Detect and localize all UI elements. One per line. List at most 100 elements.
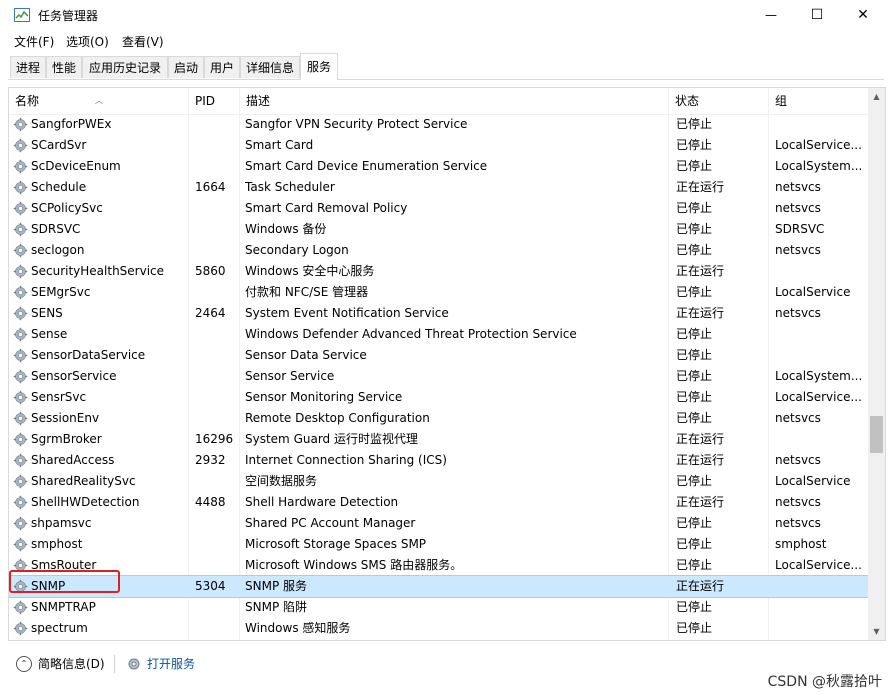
table-row[interactable]: SmsRouter Microsoft Windows SMS 路由器服务。 已停止…: [9, 555, 869, 576]
service-name: SharedRealitySvc: [31, 474, 136, 488]
column-header-pid[interactable]: PID: [189, 88, 239, 114]
scroll-up-icon[interactable]: ▲: [868, 88, 885, 105]
table-row[interactable]: smphost Microsoft Storage Spaces SMP 已停止 sm…: [9, 534, 869, 555]
table-row[interactable]: SecurityHealthService 5860 Windows 安全中心服务 正…: [9, 261, 869, 282]
services-gear-icon: [128, 658, 140, 669]
service-pid: 5860: [195, 264, 226, 278]
service-pid: [195, 471, 235, 492]
open-services-link[interactable]: 打开服务: [126, 655, 195, 672]
minimize-icon: —: [765, 8, 777, 22]
service-pid: [195, 387, 235, 408]
menu-file[interactable]: 文件(F): [14, 33, 54, 50]
service-group: [775, 324, 863, 345]
column-header-description[interactable]: 描述: [240, 88, 668, 114]
table-row[interactable]: SNMPTRAP SNMP 陷阱 已停止: [9, 597, 869, 618]
service-name: shpamsvc: [31, 516, 92, 530]
sort-up-icon: ︿: [95, 96, 103, 105]
service-status: 已停止: [676, 348, 713, 362]
service-description: System Event Notification Service: [245, 306, 449, 320]
table-row[interactable]: SangforPWEx Sangfor VPN Security Protect …: [9, 114, 869, 135]
close-icon: ✕: [857, 7, 869, 23]
service-description: Sensor Service: [245, 369, 335, 383]
table-row[interactable]: SensorService Sensor Service 已停止 LocalSyste…: [9, 366, 869, 387]
table-row[interactable]: spectrum Windows 感知服务 已停止: [9, 618, 869, 639]
column-header-group[interactable]: 组: [769, 88, 869, 114]
tab-users[interactable]: 用户: [204, 56, 240, 78]
maximize-button[interactable]: ☐: [794, 0, 840, 30]
service-description: System Guard 运行时监视代理: [245, 432, 418, 446]
table-row[interactable]: SCPolicySvc Smart Card Removal Policy 已停止 n…: [9, 198, 869, 219]
service-name: SgrmBroker: [31, 432, 102, 446]
vertical-scrollbar[interactable]: ▲ ▼: [868, 88, 885, 640]
service-name: SNMPTRAP: [31, 600, 96, 614]
service-name: ScDeviceEnum: [31, 159, 121, 173]
service-pid: 1664: [195, 180, 226, 194]
tab-app-history[interactable]: 应用历史记录: [82, 56, 168, 78]
service-status: 已停止: [676, 327, 713, 341]
table-row[interactable]: SharedAccess 2932 Internet Connection Shar…: [9, 450, 869, 471]
service-group: LocalService: [775, 474, 851, 488]
service-gear-icon: [13, 180, 28, 195]
service-description: 付款和 NFC/SE 管理器: [245, 285, 369, 299]
table-row[interactable]: ScDeviceEnum Smart Card Device Enumeratio…: [9, 156, 869, 177]
service-gear-icon: [13, 264, 28, 279]
scroll-thumb[interactable]: [870, 416, 883, 453]
close-button[interactable]: ✕: [840, 0, 886, 30]
table-row[interactable]: SessionEnv Remote Desktop Configuration 已停…: [9, 408, 869, 429]
table-row[interactable]: SDRSVC Windows 备份 已停止 SDRSVC: [9, 219, 869, 240]
service-status: 已停止: [676, 411, 713, 425]
service-status: 已停止: [676, 369, 713, 383]
table-row[interactable]: shpamsvc Shared PC Account Manager 已停止 nets…: [9, 513, 869, 534]
service-gear-icon: [13, 495, 28, 510]
service-description: Internet Connection Sharing (ICS): [245, 453, 447, 467]
fewer-details-button[interactable]: ⌃ 简略信息(D): [16, 655, 105, 672]
service-name: SENS: [31, 306, 63, 320]
menu-bar: 文件(F) 选项(O) 查看(V): [0, 30, 894, 52]
column-header-status[interactable]: 状态: [669, 88, 768, 114]
service-description: Task Scheduler: [245, 180, 335, 194]
chevron-up-icon: ⌃: [16, 655, 32, 672]
service-group: [775, 261, 863, 282]
task-manager-icon: [14, 8, 30, 22]
service-group: netsvcs: [775, 453, 821, 467]
footer: ⌃ 简略信息(D) 打开服务 CSDN @秋露拾叶: [0, 641, 894, 699]
tab-details[interactable]: 详细信息: [240, 56, 300, 78]
tab-services[interactable]: 服务: [300, 53, 338, 80]
table-row[interactable]: SCardSvr Smart Card 已停止 LocalService...: [9, 135, 869, 156]
service-pid: [195, 366, 235, 387]
table-row[interactable]: Schedule 1664 Task Scheduler 正在运行 netsvcs: [9, 177, 869, 198]
column-header-name[interactable]: 名称 ︿: [9, 88, 189, 114]
service-description: Windows 感知服务: [245, 621, 351, 635]
window-title: 任务管理器: [38, 9, 99, 23]
scroll-down-icon[interactable]: ▼: [868, 623, 885, 640]
service-group: [775, 576, 863, 597]
menu-options[interactable]: 选项(O): [66, 33, 109, 50]
service-pid: [195, 597, 235, 618]
tab-processes[interactable]: 进程: [10, 56, 46, 78]
tab-startup[interactable]: 启动: [168, 56, 204, 78]
service-name: SNMP: [31, 579, 66, 593]
service-status: 已停止: [676, 285, 713, 299]
table-row[interactable]: SharedRealitySvc 空间数据服务 已停止 LocalService: [9, 471, 869, 492]
service-status: 正在运行: [676, 579, 725, 593]
service-pid: 4488: [195, 495, 226, 509]
service-gear-icon: [13, 138, 28, 153]
table-row[interactable]: ShellHWDetection 4488 Shell Hardware Detec…: [9, 492, 869, 513]
table-row[interactable]: SEMgrSvc 付款和 NFC/SE 管理器 已停止 LocalService: [9, 282, 869, 303]
tab-performance[interactable]: 性能: [46, 56, 82, 78]
service-pid: [195, 345, 235, 366]
service-status: 已停止: [676, 117, 713, 131]
service-status: 已停止: [676, 558, 713, 572]
menu-view[interactable]: 查看(V): [122, 33, 164, 50]
table-row[interactable]: SNMP 5304 SNMP 服务 正在运行: [9, 575, 870, 598]
table-row[interactable]: SENS 2464 System Event Notification Servic…: [9, 303, 869, 324]
minimize-button[interactable]: —: [748, 0, 794, 30]
table-row[interactable]: Sense Windows Defender Advanced Threat Pr…: [9, 324, 869, 345]
service-gear-icon: [13, 327, 28, 342]
service-status: 已停止: [676, 243, 713, 257]
table-row[interactable]: seclogon Secondary Logon 已停止 netsvcs: [9, 240, 869, 261]
table-row[interactable]: SgrmBroker 16296 System Guard 运行时监视代理 正在运行: [9, 429, 869, 450]
service-gear-icon: [13, 621, 28, 636]
table-row[interactable]: SensrSvc Sensor Monitoring Service 已停止 Loca…: [9, 387, 869, 408]
table-row[interactable]: SensorDataService Sensor Data Service 已停止: [9, 345, 869, 366]
